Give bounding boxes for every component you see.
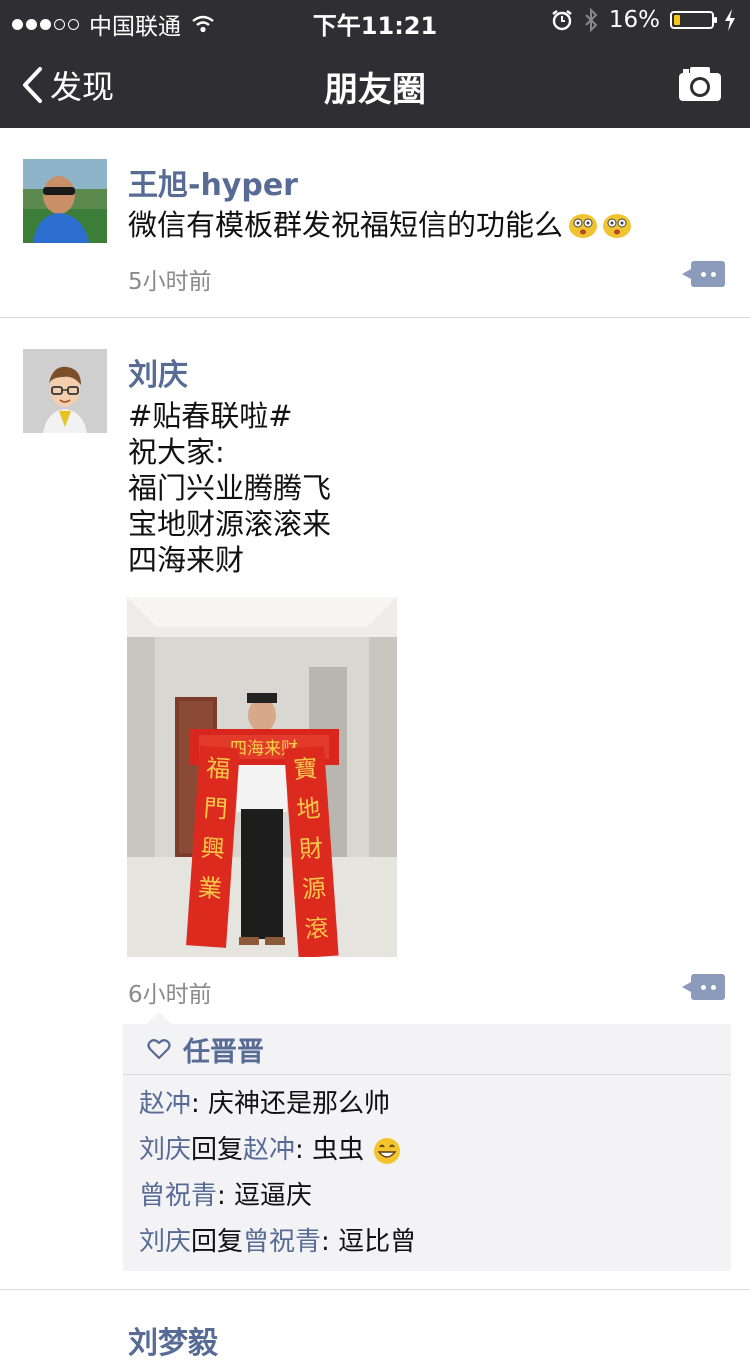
comment-sep: : <box>321 1227 339 1257</box>
comment-dots-icon[interactable] <box>682 261 725 287</box>
comment-sep: : <box>217 1181 235 1211</box>
alarm-icon <box>552 10 572 31</box>
comment-dots-icon[interactable] <box>682 974 725 1000</box>
avatar[interactable] <box>23 159 107 243</box>
comment-author[interactable]: 刘庆 <box>139 1227 191 1257</box>
couplet-right-char: 財 <box>298 834 324 864</box>
battery-icon <box>670 11 717 29</box>
post-time: 6小时前 <box>128 982 212 1008</box>
avatar-cartoon <box>23 349 107 433</box>
comment-sep: : <box>191 1089 209 1119</box>
battery-percent: 16% <box>608 7 660 33</box>
comment-reply-target[interactable]: 赵冲 <box>243 1135 295 1165</box>
camera-icon[interactable] <box>678 66 722 102</box>
couplet-left-char: 福 <box>206 754 232 784</box>
comment-text: 虫虫 <box>312 1135 365 1165</box>
comment-reply-target[interactable]: 曾祝青 <box>243 1227 321 1257</box>
post-photo[interactable]: 四海来财 福 門 興 業 寶 地 財 源 滾 <box>127 597 397 957</box>
post-text: 微信有模板群发祝福短信的功能么 <box>128 207 633 243</box>
couplet-right-char: 寶 <box>293 754 319 784</box>
grin-emoji <box>374 1137 401 1164</box>
post-text-body: 微信有模板群发祝福短信的功能么 <box>128 208 564 242</box>
comment-author[interactable]: 刘庆 <box>139 1135 191 1165</box>
couplet-left-char: 業 <box>197 874 223 904</box>
page-title: 朋友圈 <box>324 70 426 110</box>
comment-text: 逗逼庆 <box>234 1181 313 1211</box>
comment-reply-word: 回复 <box>191 1135 244 1165</box>
post-text: #贴春联啦# 祝大家: 福门兴业腾腾飞 宝地财源滚滚来 四海来财 <box>128 399 332 577</box>
comment-item[interactable]: 赵冲: 庆神还是那么帅 <box>139 1081 731 1127</box>
heart-icon <box>147 1039 171 1060</box>
dizzy-face-emoji <box>603 214 632 238</box>
top-bar: 中国联通 下午11:21 16% 发现 朋友圈 <box>0 0 750 128</box>
comment-author[interactable]: 赵冲 <box>139 1089 191 1119</box>
couplet-right-char: 滾 <box>304 914 330 944</box>
charging-icon <box>725 9 735 31</box>
likes-comments-box: 任晋晋 赵冲: 庆神还是那么帅 刘庆回复赵冲: 虫虫 曾祝青: 逗逼庆 刘庆回复… <box>123 1012 731 1271</box>
comment-text: 逗比曾 <box>338 1227 417 1257</box>
comment-item[interactable]: 刘庆回复曾祝青: 逗比曾 <box>139 1219 731 1265</box>
post-author[interactable]: 刘梦毅 <box>128 1318 218 1362</box>
likes-row: 任晋晋 <box>123 1024 731 1075</box>
couplet-right-char: 源 <box>301 874 327 904</box>
divider <box>0 1289 750 1290</box>
nav-bar: 发现 朋友圈 <box>0 40 750 128</box>
couplet-left-char: 門 <box>203 794 229 824</box>
comment-text: 庆神还是那么帅 <box>208 1089 391 1119</box>
post-author[interactable]: 刘庆 <box>128 350 188 394</box>
couplet-right-char: 地 <box>295 794 321 824</box>
comment-list: 赵冲: 庆神还是那么帅 刘庆回复赵冲: 虫虫 曾祝青: 逗逼庆 刘庆回复曾祝青:… <box>123 1075 731 1271</box>
like-name[interactable]: 任晋晋 <box>183 1030 264 1069</box>
couplet-left-char: 興 <box>200 834 226 864</box>
moment-post: 王旭-hyper 微信有模板群发祝福短信的功能么 5小时前 <box>0 128 750 318</box>
battery-fill <box>674 15 680 25</box>
avatar[interactable] <box>23 349 107 433</box>
post-author[interactable]: 王旭-hyper <box>128 160 298 204</box>
comment-item[interactable]: 曾祝青: 逗逼庆 <box>139 1173 731 1219</box>
avatar-photo <box>23 159 107 243</box>
comment-author[interactable]: 曾祝青 <box>139 1181 217 1211</box>
dizzy-face-emoji <box>569 214 598 238</box>
comment-sep: : <box>295 1135 313 1165</box>
comment-item[interactable]: 刘庆回复赵冲: 虫虫 <box>139 1127 731 1173</box>
status-bar: 中国联通 下午11:21 16% <box>0 0 750 40</box>
bluetooth-icon <box>585 8 598 32</box>
comment-reply-word: 回复 <box>191 1227 244 1257</box>
couplet-photo: 四海来财 福 門 興 業 寶 地 財 源 滾 <box>127 597 397 957</box>
post-time: 5小时前 <box>128 269 212 295</box>
